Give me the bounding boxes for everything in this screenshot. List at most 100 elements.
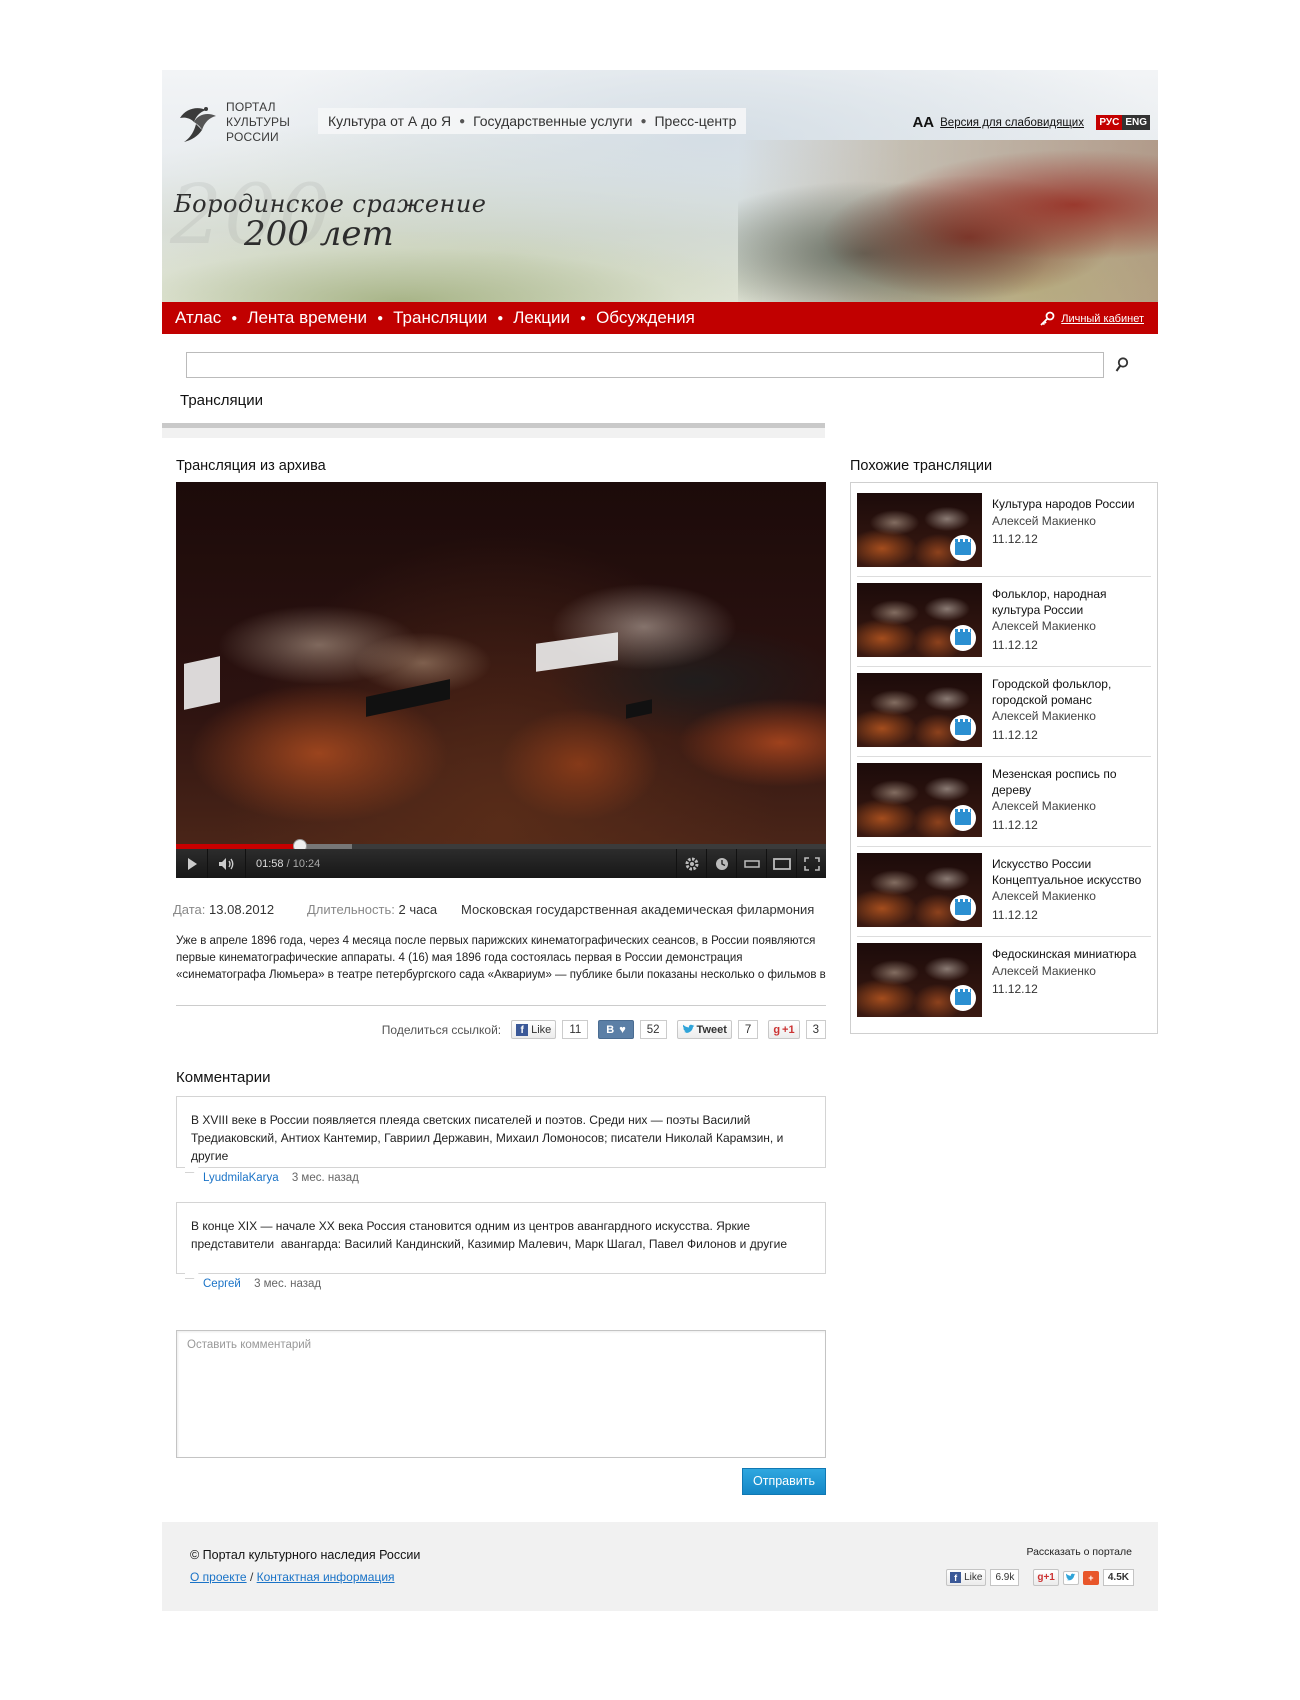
share-plus-icon[interactable]: + (1082, 1570, 1099, 1585)
video-badge-icon (950, 625, 976, 651)
large-player-icon (772, 857, 791, 870)
search-bar (162, 334, 1158, 384)
facebook-like-button[interactable]: f Like (511, 1020, 557, 1039)
similar-thumbnail[interactable] (857, 583, 982, 657)
similar-author: Алексей Макиенко (992, 513, 1096, 528)
contacts-link[interactable]: Контактная информация (257, 1570, 395, 1584)
video-frame[interactable] (176, 482, 826, 844)
volume-button[interactable] (208, 849, 246, 878)
similar-thumbnail[interactable] (857, 673, 982, 747)
vk-count: 52 (639, 1020, 667, 1039)
date-value: 13.08.2012 (209, 902, 275, 917)
portal-logo[interactable]: ПОРТАЛ КУЛЬТУРЫ РОССИИ (176, 100, 290, 145)
about-link[interactable]: О проекте (190, 1570, 247, 1584)
watch-later-button[interactable] (706, 849, 736, 878)
lang-en[interactable]: ENG (1122, 115, 1150, 130)
bird-logo-icon (180, 107, 216, 142)
footer-facebook-count: 6.9k (990, 1569, 1020, 1586)
google-plus-button[interactable]: g +1 (768, 1020, 800, 1039)
nav-separator: ● (459, 115, 466, 127)
lang-ru[interactable]: РУС (1096, 115, 1123, 130)
similar-title[interactable]: Городской фольклор, городской романс (992, 677, 1147, 708)
similar-thumbnail[interactable] (857, 493, 982, 567)
twitter-icon[interactable] (1062, 1570, 1079, 1585)
gear-icon (685, 857, 698, 870)
key-icon (1040, 311, 1055, 326)
similar-heading: Похожие трансляции (850, 458, 993, 474)
video-badge-icon (950, 805, 976, 831)
cabinet-link[interactable]: Личный кабинет (1061, 313, 1144, 325)
similar-item[interactable]: Федоскинская миниатюра Алексей Макиенко … (857, 937, 1151, 1027)
similar-item[interactable]: Культура народов России Алексей Макиенко… (857, 487, 1151, 577)
nav-broadcasts[interactable]: Трансляции (393, 308, 487, 328)
player-right-controls (676, 849, 826, 878)
top-nav-culture-a-z[interactable]: Культура от А до Я (328, 113, 451, 129)
top-nav-gov-services[interactable]: Государственные услуги (473, 113, 632, 129)
similar-thumbnail[interactable] (857, 853, 982, 927)
similar-item[interactable]: Искусство России Концептуальное искусств… (857, 847, 1151, 937)
vk-like-button[interactable]: В ♥ (598, 1020, 634, 1039)
small-player-icon (743, 859, 760, 868)
search-input[interactable] (186, 352, 1104, 378)
play-button[interactable] (176, 849, 208, 878)
nav-atlas[interactable]: Атлас (175, 308, 221, 328)
similar-thumbnail[interactable] (857, 943, 982, 1017)
comment-author[interactable]: Сергей (203, 1278, 241, 1290)
battle-painting (738, 140, 1158, 302)
similar-title[interactable]: Культура народов России (992, 497, 1147, 513)
search-icon[interactable] (1114, 356, 1130, 374)
tweet-button[interactable]: Tweet (676, 1020, 732, 1039)
comment-meta: Сергей 3 мес. назад (203, 1278, 826, 1298)
vk-label: В (606, 1023, 615, 1036)
comment-textarea[interactable]: Оставить комментарий (176, 1330, 826, 1458)
google-plus-label: +1 (782, 1023, 795, 1036)
comment-author[interactable]: LyudmilaKarya (203, 1172, 279, 1184)
top-nav: Культура от А до Я ● Государственные усл… (318, 108, 747, 134)
nav-timeline[interactable]: Лента времени (247, 308, 367, 328)
small-player-button[interactable] (736, 849, 766, 878)
large-player-button[interactable] (766, 849, 796, 878)
accessibility-link[interactable]: Версия для слабовидящих (940, 117, 1084, 129)
fullscreen-icon (803, 856, 820, 871)
facebook-icon: f (516, 1023, 529, 1036)
clock-icon (715, 857, 728, 870)
logo-text: ПОРТАЛ КУЛЬТУРЫ РОССИИ (226, 100, 290, 145)
nav-lectures[interactable]: Лекции (513, 308, 570, 328)
similar-item[interactable]: Фольклор, народная культура России Алекс… (857, 577, 1151, 667)
footer-facebook-like[interactable]: f Like (946, 1569, 987, 1586)
video-badge-icon (950, 535, 976, 561)
comment-text: В конце XIX — начале XX века Россия стан… (191, 1219, 788, 1251)
music-stand (184, 656, 220, 710)
settings-button[interactable] (676, 849, 706, 878)
top-nav-press-center[interactable]: Пресс-центр (654, 113, 736, 129)
page-title: Трансляции (180, 392, 264, 409)
similar-title[interactable]: Мезенская роспись по дереву (992, 767, 1147, 798)
logo-line: ПОРТАЛ (226, 100, 276, 114)
facebook-icon: f (950, 1572, 962, 1583)
similar-title[interactable]: Федоскинская миниатюра (992, 947, 1147, 963)
similar-date: 11.12.12 (992, 907, 1038, 922)
tweet-label: Tweet (696, 1023, 727, 1036)
volume-icon (218, 857, 233, 870)
personal-cabinet[interactable]: Личный кабинет (1039, 311, 1144, 327)
submit-comment-button[interactable]: Отправить (742, 1468, 826, 1495)
accessibility-version[interactable]: AA Версия для слабовидящих (912, 114, 1084, 131)
total-time: / 10:24 (286, 857, 321, 870)
footer-google-plus[interactable]: g +1 (1033, 1569, 1059, 1586)
fullscreen-button[interactable] (796, 849, 826, 878)
title-watermark: 200 (170, 168, 333, 263)
similar-thumbnail[interactable] (857, 763, 982, 837)
video-badge-icon (950, 895, 976, 921)
similar-item[interactable]: Мезенская роспись по дереву Алексей Маки… (857, 757, 1151, 847)
nav-discussions[interactable]: Обсуждения (596, 308, 695, 328)
similar-title[interactable]: Фольклор, народная культура России (992, 587, 1147, 618)
similar-item[interactable]: Городской фольклор, городской романс Але… (857, 667, 1151, 757)
similar-date: 11.12.12 (992, 727, 1038, 742)
video-player[interactable]: 01:58 / 10:24 (176, 482, 826, 878)
similar-title[interactable]: Искусство России Концептуальное искусств… (992, 857, 1147, 888)
font-size-icon: AA (912, 114, 935, 131)
video-badge-icon (950, 985, 976, 1011)
similar-date: 11.12.12 (992, 637, 1038, 652)
video-badge-icon (950, 715, 976, 741)
similar-info: Культура народов России Алексей Макиенко… (992, 492, 1147, 572)
